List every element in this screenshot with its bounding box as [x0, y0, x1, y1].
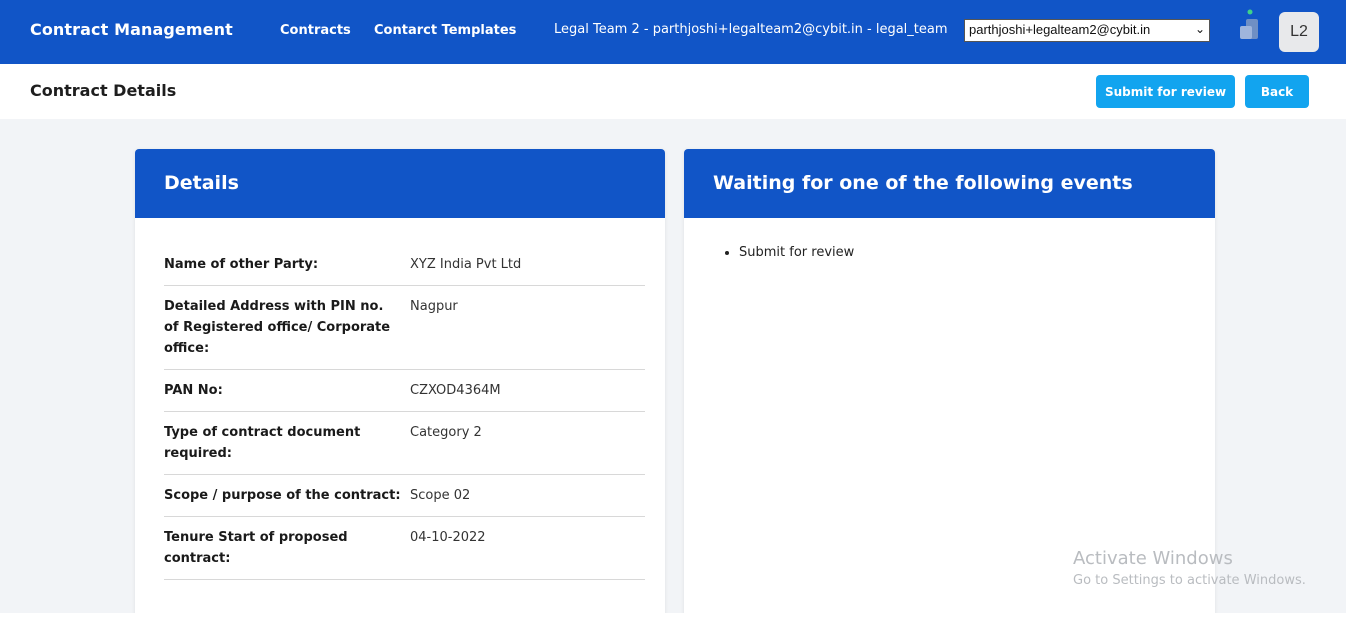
- events-card: Waiting for one of the following events …: [684, 149, 1215, 640]
- details-card-title: Details: [135, 149, 665, 218]
- row-value: Category 2: [410, 425, 482, 440]
- page-title: Contract Details: [30, 81, 177, 100]
- row-label: Name of other Party:: [164, 257, 319, 272]
- details-card: Details Name of other Party: XYZ India P…: [135, 149, 665, 640]
- avatar[interactable]: L2: [1279, 12, 1319, 52]
- row-label: Detailed Address with PIN no. of Registe…: [164, 299, 391, 356]
- details-table: Name of other Party: XYZ India Pvt Ltd D…: [164, 244, 645, 580]
- row-value: Scope 02: [410, 488, 471, 503]
- row-label: Type of contract document required:: [164, 425, 361, 461]
- table-row: Tenure Start of proposed contract: 04-10…: [164, 517, 645, 580]
- row-value: XYZ India Pvt Ltd: [410, 257, 522, 272]
- events-list: Submit for review: [739, 245, 854, 260]
- table-row: Name of other Party: XYZ India Pvt Ltd: [164, 244, 645, 286]
- table-row: Detailed Address with PIN no. of Registe…: [164, 286, 645, 370]
- events-card-title: Waiting for one of the following events: [684, 149, 1215, 218]
- chevron-down-icon: ⌄: [1194, 22, 1205, 36]
- table-row: Type of contract document required: Cate…: [164, 412, 645, 475]
- top-navbar: Contract Management Contracts Contarct T…: [0, 0, 1346, 64]
- list-item: Submit for review: [739, 245, 854, 260]
- user-select-value: parthjoshi+legalteam2@cybit.in: [969, 22, 1151, 37]
- table-row: Scope / purpose of the contract: Scope 0…: [164, 475, 645, 517]
- nav-contracts[interactable]: Contracts: [280, 23, 351, 38]
- row-value: Nagpur: [410, 299, 458, 314]
- submit-for-review-button[interactable]: Submit for review: [1096, 75, 1235, 108]
- bottom-strip: [0, 613, 1346, 640]
- app-brand[interactable]: Contract Management: [30, 20, 233, 39]
- row-label: Scope / purpose of the contract:: [164, 488, 401, 503]
- user-info-text: Legal Team 2 - parthjoshi+legalteam2@cyb…: [554, 22, 948, 37]
- row-value: CZXOD4364M: [410, 383, 501, 398]
- row-label: PAN No:: [164, 383, 223, 398]
- back-button[interactable]: Back: [1245, 75, 1309, 108]
- row-label: Tenure Start of proposed contract:: [164, 530, 348, 566]
- user-select-dropdown[interactable]: parthjoshi+legalteam2@cybit.in ⌄: [964, 19, 1210, 42]
- nav-contract-templates[interactable]: Contarct Templates: [374, 23, 516, 38]
- app-switcher-icon[interactable]: [1238, 8, 1262, 42]
- table-row: PAN No: CZXOD4364M: [164, 370, 645, 412]
- page-header: Contract Details Submit for review Back: [0, 64, 1346, 119]
- row-value: 04-10-2022: [410, 530, 486, 545]
